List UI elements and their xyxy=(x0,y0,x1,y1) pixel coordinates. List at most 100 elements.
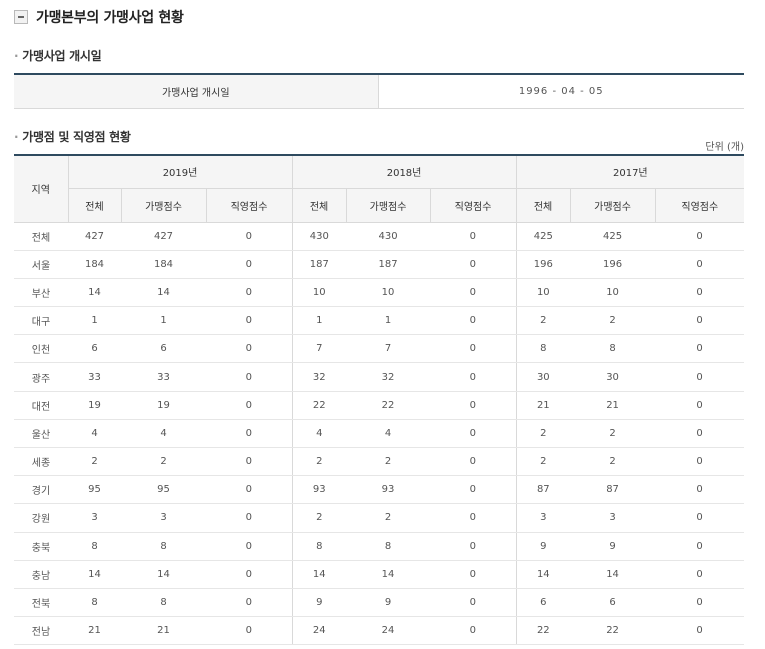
value-cell: 427 xyxy=(68,222,121,251)
sub-header-total: 전체 xyxy=(516,188,571,223)
value-cell: 0 xyxy=(430,222,517,251)
value-cell: 6 xyxy=(570,588,656,618)
value-cell: 10 xyxy=(292,278,347,308)
value-cell: 8 xyxy=(292,532,347,561)
value-cell: 22 xyxy=(346,391,431,420)
collapse-icon[interactable] xyxy=(14,10,28,24)
value-cell: 2 xyxy=(121,447,206,477)
open-date-label: 가맹사업 개시일 xyxy=(14,74,379,109)
region-cell: 인천 xyxy=(14,334,68,364)
value-cell: 0 xyxy=(430,475,517,505)
value-cell: 8 xyxy=(121,532,206,561)
region-cell: 부산 xyxy=(14,278,68,308)
value-cell: 0 xyxy=(206,362,293,392)
open-date-table: 가맹사업 개시일 1996 - 04 - 05 xyxy=(14,73,744,109)
region-cell: 전남 xyxy=(14,616,68,646)
value-cell: 0 xyxy=(430,588,517,618)
value-cell: 0 xyxy=(655,250,745,279)
value-cell: 0 xyxy=(430,306,517,336)
value-cell: 8 xyxy=(346,532,431,561)
value-cell: 95 xyxy=(121,475,206,505)
value-cell: 0 xyxy=(655,616,745,646)
value-cell: 3 xyxy=(68,503,121,533)
value-cell: 24 xyxy=(346,616,431,646)
value-cell: 0 xyxy=(655,362,745,392)
value-cell: 14 xyxy=(346,560,431,589)
value-cell: 2 xyxy=(292,503,347,533)
unit-label: 단위 (개) xyxy=(705,142,744,153)
value-cell: 8 xyxy=(516,334,571,364)
value-cell: 10 xyxy=(570,278,656,308)
value-cell: 1 xyxy=(121,306,206,336)
store-stats-table: 지역 2019년 2018년 2017년 전체 가맹점수 직영점수 전체 가맹점… xyxy=(14,154,745,646)
region-cell: 전체 xyxy=(14,222,68,251)
value-cell: 10 xyxy=(516,278,571,308)
value-cell: 22 xyxy=(570,616,656,646)
value-cell: 2 xyxy=(346,503,431,533)
value-cell: 14 xyxy=(121,278,206,308)
value-cell: 0 xyxy=(655,391,745,420)
value-cell: 8 xyxy=(68,588,121,618)
value-cell: 0 xyxy=(430,250,517,279)
region-cell: 대전 xyxy=(14,391,68,420)
value-cell: 1 xyxy=(292,306,347,336)
sub-header-franchise: 가맹점수 xyxy=(121,188,207,223)
value-cell: 0 xyxy=(206,560,293,589)
table-row: 부산 14 14 0 10 10 0 10 10 0 xyxy=(14,278,745,308)
value-cell: 0 xyxy=(430,391,517,420)
value-cell: 0 xyxy=(430,532,517,561)
value-cell: 0 xyxy=(430,334,517,364)
region-cell: 광주 xyxy=(14,362,68,392)
value-cell: 0 xyxy=(206,419,293,449)
value-cell: 9 xyxy=(346,588,431,618)
value-cell: 33 xyxy=(121,362,206,392)
value-cell: 2 xyxy=(516,419,571,449)
value-cell: 425 xyxy=(570,222,656,251)
table-row: 서울 184 184 0 187 187 0 196 196 0 xyxy=(14,250,745,279)
value-cell: 32 xyxy=(292,362,347,392)
bullet-icon: · xyxy=(14,49,19,63)
year-header: 2017년 xyxy=(516,155,745,189)
value-cell: 8 xyxy=(570,334,656,364)
section-title-stats: · 가맹점 및 직영점 현황 xyxy=(14,130,131,144)
value-cell: 2 xyxy=(516,306,571,336)
value-cell: 7 xyxy=(292,334,347,364)
value-cell: 3 xyxy=(516,503,571,533)
value-cell: 22 xyxy=(516,616,571,646)
value-cell: 2 xyxy=(516,447,571,477)
value-cell: 0 xyxy=(206,306,293,336)
value-cell: 0 xyxy=(206,222,293,251)
value-cell: 0 xyxy=(206,334,293,364)
sub-header-direct: 직영점수 xyxy=(430,188,517,223)
value-cell: 19 xyxy=(121,391,206,420)
value-cell: 4 xyxy=(68,419,121,449)
region-cell: 서울 xyxy=(14,250,68,279)
region-cell: 울산 xyxy=(14,419,68,449)
value-cell: 2 xyxy=(68,447,121,477)
value-cell: 427 xyxy=(121,222,206,251)
value-cell: 0 xyxy=(655,532,745,561)
value-cell: 9 xyxy=(570,532,656,561)
sub-header-franchise: 가맹점수 xyxy=(570,188,656,223)
value-cell: 0 xyxy=(206,278,293,308)
value-cell: 14 xyxy=(68,560,121,589)
value-cell: 0 xyxy=(430,447,517,477)
value-cell: 2 xyxy=(570,306,656,336)
region-cell: 경기 xyxy=(14,475,68,505)
region-cell: 충북 xyxy=(14,532,68,561)
sub-header-franchise: 가맹점수 xyxy=(346,188,431,223)
table-row: 대전 19 19 0 22 22 0 21 21 0 xyxy=(14,391,745,420)
sub-header-direct: 직영점수 xyxy=(655,188,745,223)
value-cell: 14 xyxy=(68,278,121,308)
table-row: 충북 8 8 0 8 8 0 9 9 0 xyxy=(14,532,745,561)
value-cell: 14 xyxy=(292,560,347,589)
value-cell: 0 xyxy=(430,616,517,646)
table-row: 전체 427 427 0 430 430 0 425 425 0 xyxy=(14,222,745,251)
value-cell: 0 xyxy=(655,447,745,477)
value-cell: 0 xyxy=(655,560,745,589)
value-cell: 196 xyxy=(516,250,571,279)
region-cell: 강원 xyxy=(14,503,68,533)
value-cell: 0 xyxy=(430,362,517,392)
value-cell: 1 xyxy=(346,306,431,336)
value-cell: 14 xyxy=(121,560,206,589)
